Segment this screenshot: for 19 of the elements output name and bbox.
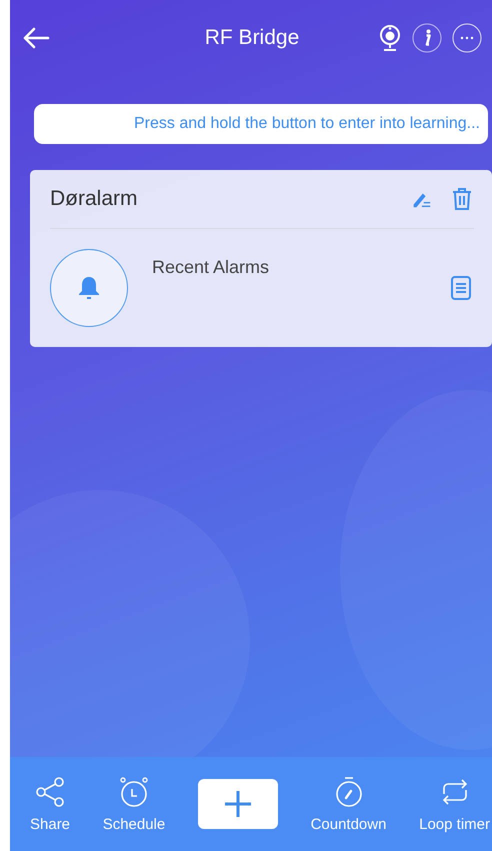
delete-icon[interactable]: [450, 187, 474, 211]
list-icon[interactable]: [450, 275, 472, 301]
bell-icon: [77, 275, 101, 301]
toolbar-label[interactable]: Schedule: [102, 816, 166, 832]
add-button[interactable]: [198, 779, 278, 829]
info-icon[interactable]: [412, 23, 442, 53]
device-name: Døralarm: [50, 187, 138, 211]
camera-icon[interactable]: [378, 24, 402, 52]
screen-title: RF Bridge: [204, 26, 300, 50]
back-arrow-icon[interactable]: [22, 26, 50, 50]
toolbar-label[interactable]: Share: [30, 816, 70, 832]
row-label: Recent Alarms: [152, 257, 270, 278]
share-icon[interactable]: [34, 776, 66, 808]
toolbar-label[interactable]: Countdown: [310, 816, 386, 832]
plus-icon: [222, 789, 253, 819]
toolbar-label[interactable]: Loop timer: [419, 816, 490, 832]
alarm-clock-icon[interactable]: [118, 776, 150, 808]
hint-banner: Press and hold the button to enter into learning...: [34, 104, 488, 144]
more-icon[interactable]: [452, 23, 482, 53]
